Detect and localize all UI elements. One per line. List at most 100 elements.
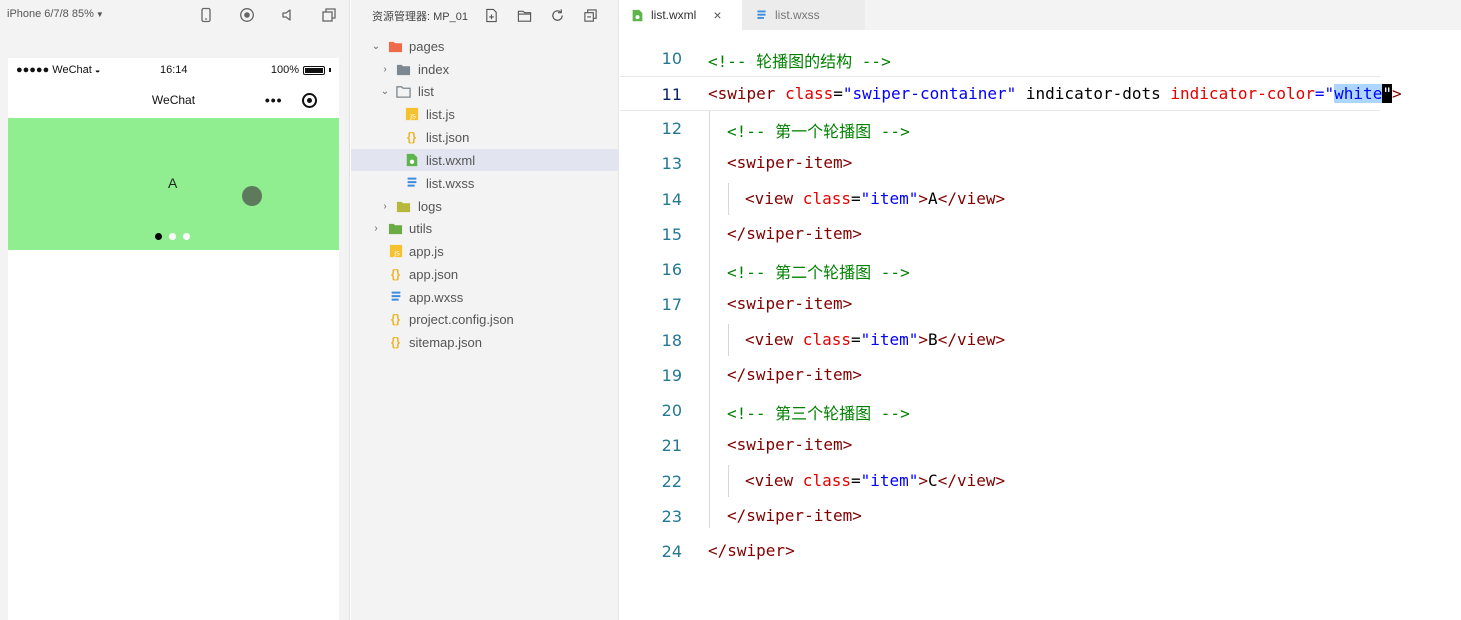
simulator-pane: iPhone 6/7/8 85% ▼ ●●●●● WeChat ◒ 16:14 1… (0, 0, 350, 620)
more-icon[interactable]: ••• (265, 92, 283, 108)
code-attribute: class (793, 471, 851, 490)
tree-label: sitemap.json (409, 334, 482, 350)
code-line[interactable]: 16 <!-- 第二个轮播图 --> (620, 252, 1461, 287)
code-text: A (928, 189, 938, 208)
code-tag: <view (745, 189, 794, 208)
refresh-icon[interactable] (548, 6, 566, 24)
status-time: 16:14 (160, 64, 188, 76)
new-folder-icon[interactable] (515, 6, 533, 24)
code-tag: <swiper (708, 84, 776, 103)
line-number: 22 (661, 472, 682, 491)
wxss-file-icon (754, 8, 768, 22)
line-number: 13 (661, 154, 682, 173)
swiper-container[interactable]: A (8, 118, 339, 250)
code-line[interactable]: 24 </swiper> (620, 534, 1461, 569)
code-punct: = (850, 330, 861, 349)
phone-screen: ●●●●● WeChat ◒ 16:14 100% WeChat ••• A (8, 58, 339, 620)
code-line[interactable]: 21 <swiper-item> (620, 428, 1461, 463)
chevron-right-icon: › (383, 63, 387, 75)
code-line[interactable]: 17 <swiper-item> (620, 287, 1461, 322)
tree-file-app-js[interactable]: JS app.js (351, 240, 619, 262)
code-tag: <swiper-item> (727, 435, 853, 454)
indicator-dot[interactable] (183, 233, 190, 240)
code-line[interactable]: 12 <!-- 第一个轮播图 --> (620, 111, 1461, 146)
tree-folder-utils[interactable]: › utils (351, 217, 619, 239)
editor-tabbar: list.wxml × list.wxss (620, 0, 1461, 30)
battery-icon (303, 65, 325, 75)
close-miniprogram-icon[interactable] (302, 92, 318, 108)
js-file-icon: JS (404, 107, 419, 122)
code-tag: </view> (937, 330, 1006, 349)
device-selector[interactable]: iPhone 6/7/8 85% ▼ (7, 8, 104, 20)
tree-file-project-config[interactable]: {} project.config.json (351, 308, 619, 330)
battery-percent: 100% (270, 64, 299, 76)
record-icon[interactable] (238, 6, 256, 24)
code-text: C (928, 471, 938, 490)
capsule-menu: ••• (255, 87, 327, 113)
code-line[interactable]: 20 <!-- 第三个轮播图 --> (620, 393, 1461, 428)
carrier-label: ●●●●● WeChat (16, 64, 92, 76)
code-string: "item" (860, 471, 919, 490)
code-line[interactable]: 10 <!-- 轮播图的结构 --> (620, 41, 1461, 76)
indicator-dot[interactable] (155, 233, 162, 240)
folder-open-icon (396, 84, 411, 99)
detach-window-icon[interactable] (320, 6, 338, 24)
tree-folder-pages[interactable]: ⌄ pages (351, 35, 619, 57)
tree-label: app.json (409, 266, 459, 282)
wxml-file-icon (630, 8, 644, 22)
code-punct: =" (1314, 84, 1335, 103)
code-tag: </swiper> (708, 541, 795, 560)
code-tag: </view> (937, 189, 1006, 208)
code-tag: </swiper-item> (727, 224, 862, 243)
tree-file-app-json[interactable]: {} app.json (351, 263, 619, 285)
code-line[interactable]: 18 <view class="item">B</view> (620, 323, 1461, 358)
code-string: "swiper-container" (842, 84, 1017, 103)
code-tag: > (918, 189, 929, 208)
code-line[interactable]: 14 <view class="item">A</view> (620, 182, 1461, 217)
status-bar: ●●●●● WeChat ◒ 16:14 100% (8, 58, 339, 82)
tree-file-list-wxml[interactable]: list.wxml (351, 149, 619, 171)
new-file-icon[interactable] (482, 6, 500, 24)
tree-label: app.wxss (409, 289, 464, 305)
tab-list-wxml[interactable]: list.wxml × (620, 0, 742, 30)
tree-file-list-wxss[interactable]: list.wxss (351, 172, 619, 194)
close-icon[interactable]: × (713, 7, 721, 23)
code-tag: > (918, 330, 929, 349)
code-line[interactable]: 23 </swiper-item> (620, 499, 1461, 534)
code-tag: <swiper-item> (727, 153, 853, 172)
indicator-dot[interactable] (169, 233, 176, 240)
code-punct: " (1382, 84, 1392, 103)
tree-file-app-wxss[interactable]: app.wxss (351, 286, 619, 308)
line-number: 24 (661, 542, 682, 561)
speaker-icon[interactable] (279, 6, 297, 24)
device-label: iPhone 6/7/8 85% (7, 8, 94, 20)
tree-folder-logs[interactable]: › logs (351, 195, 619, 217)
code-tag: <swiper-item> (727, 294, 853, 313)
chevron-down-icon: ⌄ (380, 85, 390, 97)
simulator-toolbar: iPhone 6/7/8 85% ▼ (0, 0, 350, 30)
tree-folder-index[interactable]: › index (351, 58, 619, 80)
tree-file-list-json[interactable]: {} list.json (351, 126, 619, 148)
line-number: 19 (661, 366, 682, 385)
collapse-all-icon[interactable] (581, 6, 599, 24)
code-attribute: class (793, 330, 851, 349)
tree-label: list.js (426, 106, 455, 122)
code-line[interactable]: 13 <swiper-item> (620, 146, 1461, 181)
tree-file-sitemap[interactable]: {} sitemap.json (351, 331, 619, 353)
line-number: 21 (661, 436, 682, 455)
tree-folder-list[interactable]: ⌄ list (351, 80, 619, 102)
tree-file-list-js[interactable]: JS list.js (351, 103, 619, 125)
line-number: 18 (661, 331, 682, 350)
explorer-header: 资源管理器: MP_01 (351, 0, 619, 30)
tree-label: list.wxss (426, 175, 475, 191)
code-tag: > (1391, 84, 1402, 103)
tab-list-wxss[interactable]: list.wxss (742, 0, 865, 30)
code-line[interactable]: 19 </swiper-item> (620, 358, 1461, 393)
code-line[interactable]: 15 </swiper-item> (620, 217, 1461, 252)
code-comment: <!-- 第三个轮播图 --> (727, 404, 910, 423)
tree-label: pages (409, 38, 445, 54)
tab-label: list.wxss (775, 8, 820, 22)
phone-icon[interactable] (197, 6, 215, 24)
code-line-current[interactable]: 11 <swiper class="swiper-container" indi… (620, 76, 1402, 111)
code-line[interactable]: 22 <view class="item">C</view> (620, 464, 1461, 499)
